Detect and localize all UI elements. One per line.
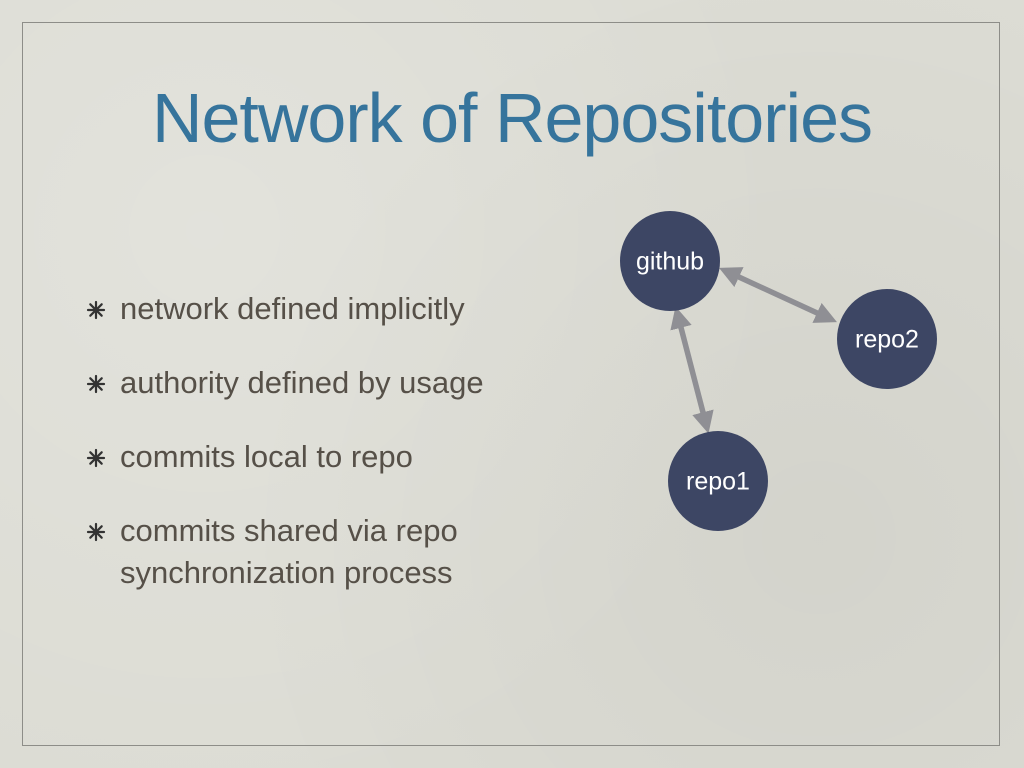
bullet-item: authority defined by usage	[86, 362, 556, 404]
asterisk-bullet-icon	[86, 374, 106, 394]
repository-network-diagram: github repo2 repo1	[620, 211, 937, 531]
bullet-text: commits shared via repo synchronization …	[120, 513, 458, 590]
node-repo2: repo2	[837, 289, 937, 389]
slide-title: Network of Repositories	[151, 79, 873, 157]
edge-github-repo1	[670, 306, 714, 434]
bullet-list: network defined implicitly authority def…	[86, 288, 556, 626]
bullet-text: network defined implicitly	[120, 291, 465, 326]
bullet-text: authority defined by usage	[120, 365, 484, 400]
node-repo1: repo1	[668, 431, 768, 531]
bullet-item: network defined implicitly	[86, 288, 556, 330]
node-label-repo2: repo2	[855, 326, 919, 354]
node-label-repo1: repo1	[686, 468, 750, 496]
edge-github-repo2	[719, 267, 837, 323]
bullet-item: commits local to repo	[86, 436, 556, 478]
asterisk-bullet-icon	[86, 448, 106, 468]
asterisk-bullet-icon	[86, 522, 106, 542]
node-label-github: github	[636, 248, 704, 276]
bullet-item: commits shared via repo synchronization …	[86, 510, 556, 594]
bullet-text: commits local to repo	[120, 439, 413, 474]
node-github: github	[620, 211, 720, 311]
asterisk-bullet-icon	[86, 300, 106, 320]
